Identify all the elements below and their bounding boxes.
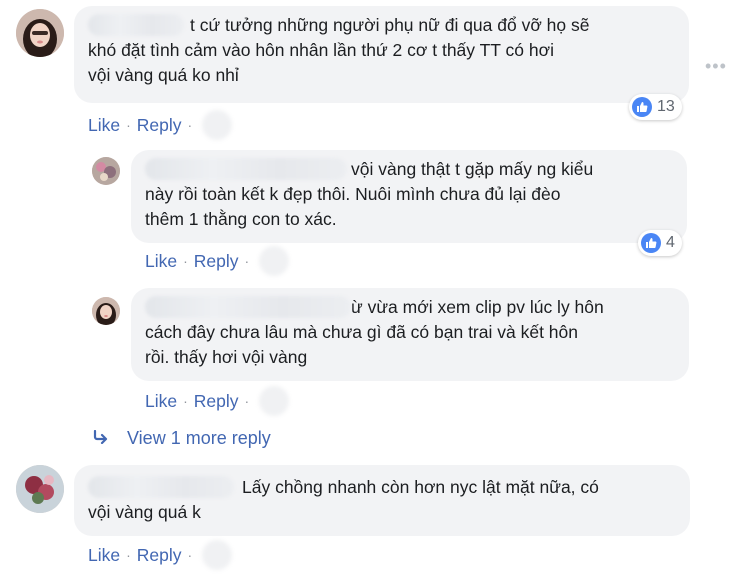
comment-bubble: Lấy chồng nhanh còn hơn nyc lật mặt nữa,… <box>74 465 690 536</box>
thumbs-up-icon <box>641 233 661 253</box>
blurred-timestamp <box>259 386 290 416</box>
comment-line: khó đặt tình cảm vào hôn nhân lần thứ 2 … <box>88 40 554 60</box>
reaction-summary[interactable]: 13 <box>629 94 682 120</box>
separator-dot: · <box>183 253 188 269</box>
like-link[interactable]: Like <box>145 251 177 272</box>
reply-line: rồi. thấy hơi vội vàng <box>145 347 308 367</box>
like-link[interactable]: Like <box>145 391 177 412</box>
reply-bubble: vội vàng thật t gặp mấy ng kiểu này rồi … <box>131 150 687 243</box>
reply-link[interactable]: Reply <box>137 115 182 136</box>
reply-link[interactable]: Reply <box>194 391 239 412</box>
separator-dot: · <box>244 393 250 409</box>
like-link[interactable]: Like <box>88 115 120 136</box>
reply-actions: Like · Reply · <box>145 386 290 416</box>
blurred-author-name <box>145 158 347 180</box>
reaction-count: 4 <box>666 234 675 251</box>
comment-line: Lấy chồng nhanh còn hơn nyc lật mặt nữa,… <box>88 475 676 500</box>
reply-line: thêm 1 thằng con to xác. <box>145 209 337 229</box>
comment-line: vội vàng quá k <box>88 502 201 522</box>
blurred-timestamp <box>202 540 233 570</box>
reply-line: vội vàng thật t gặp mấy ng kiểu <box>145 157 673 182</box>
comment-actions: Like · Reply · <box>88 110 233 140</box>
replier-avatar[interactable] <box>92 157 120 185</box>
reply-line: này rồi toàn kết k đẹp thôi. Nuôi mình c… <box>145 184 561 204</box>
reply-line: cách đây chưa lâu mà chưa gì đã có bạn t… <box>145 322 578 342</box>
view-more-replies[interactable]: View 1 more reply <box>93 428 271 449</box>
commenter-avatar[interactable] <box>16 9 64 57</box>
blurred-author-name <box>88 476 234 498</box>
separator-dot: · <box>187 117 193 133</box>
view-more-label: View 1 more reply <box>127 428 271 448</box>
separator-dot: · <box>126 117 131 133</box>
reply-arrow-icon <box>93 428 109 449</box>
reply-link[interactable]: Reply <box>137 545 182 566</box>
more-dots-icon[interactable]: ••• <box>705 56 727 77</box>
blurred-author-name <box>145 296 351 318</box>
comment-actions: Like · Reply · <box>88 540 233 570</box>
thumbs-up-icon <box>632 97 652 117</box>
blurred-timestamp <box>202 110 233 140</box>
replier-avatar[interactable] <box>92 297 120 325</box>
blurred-timestamp <box>259 246 290 276</box>
separator-dot: · <box>183 393 188 409</box>
like-link[interactable]: Like <box>88 545 120 566</box>
comment-line: t cứ tưởng những người phụ nữ đi qua đổ … <box>88 13 675 38</box>
reply-line: ừ vừa mới xem clip pv lúc ly hôn <box>145 295 675 320</box>
commenter-avatar[interactable] <box>16 465 64 513</box>
reply-actions: Like · Reply · <box>145 246 290 276</box>
comment-bubble: t cứ tưởng những người phụ nữ đi qua đổ … <box>74 6 689 103</box>
separator-dot: · <box>244 253 250 269</box>
reply-bubble: ừ vừa mới xem clip pv lúc ly hôn cách đâ… <box>131 288 689 381</box>
comment-line: vội vàng quá ko nhỉ <box>88 65 239 85</box>
blurred-author-name <box>88 14 184 36</box>
reaction-summary[interactable]: 4 <box>638 230 682 256</box>
separator-dot: · <box>126 547 131 563</box>
separator-dot: · <box>187 547 193 563</box>
reply-link[interactable]: Reply <box>194 251 239 272</box>
reaction-count: 13 <box>657 98 675 115</box>
